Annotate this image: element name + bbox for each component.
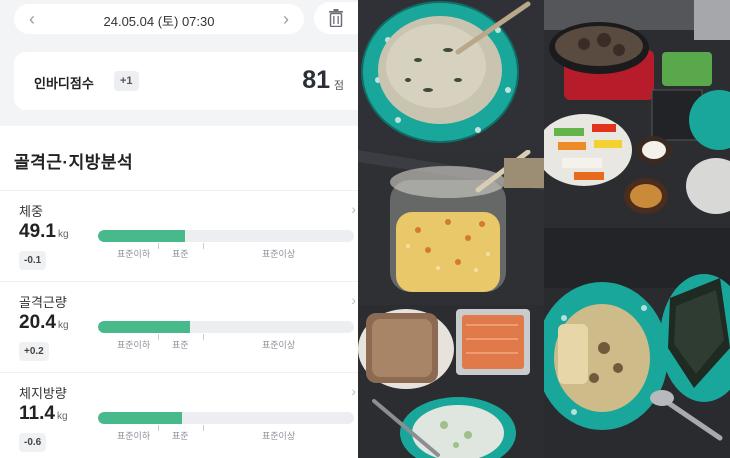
metric-unit: kg bbox=[57, 229, 69, 240]
metric-label: 골격근량 bbox=[19, 295, 67, 310]
record-date[interactable]: 24.05.04 (토) 07:30 bbox=[14, 11, 304, 30]
score-unit: 점 bbox=[333, 80, 344, 92]
level-bar bbox=[98, 412, 354, 424]
metric-skeletal-muscle[interactable]: 골격근량 › 20.4 kg +0.2 표준이하 표준 표준이상 bbox=[0, 281, 358, 372]
chevron-right-icon: › bbox=[351, 383, 356, 399]
scale-label-below: 표준이하 bbox=[117, 431, 151, 441]
scale-tick bbox=[158, 243, 159, 249]
scale-label-standard: 표준 bbox=[172, 249, 189, 259]
date-navigator: ‹ 24.05.04 (토) 07:30 › bbox=[14, 4, 304, 34]
metric-label: 체중 bbox=[19, 204, 43, 219]
scale-tick bbox=[158, 334, 159, 340]
score-delta-badge: +1 bbox=[114, 71, 139, 91]
photo-bread-salmon bbox=[358, 305, 544, 458]
inbody-app-panel: ‹ 24.05.04 (토) 07:30 › 인바디점수 +1 81 점 골격근… bbox=[0, 0, 358, 458]
scale-label-below: 표준이하 bbox=[117, 340, 151, 350]
inbody-score-card[interactable]: 인바디점수 +1 81 점 bbox=[14, 52, 358, 110]
metric-unit: kg bbox=[57, 320, 69, 331]
scale-label-standard: 표준 bbox=[172, 431, 189, 441]
photo-grill-table bbox=[544, 0, 730, 228]
photo-teal-bowls bbox=[544, 228, 730, 458]
metric-weight[interactable]: 체중 › 49.1 kg -0.1 표준이하 표준 표준이상 bbox=[0, 190, 358, 281]
level-bar bbox=[98, 230, 354, 242]
level-bar-fill bbox=[98, 412, 183, 424]
metric-delta-badge: -0.6 bbox=[19, 433, 47, 452]
scale-label-above: 표준이상 bbox=[262, 340, 296, 350]
metric-label: 체지방량 bbox=[19, 386, 67, 401]
chevron-right-icon[interactable]: › bbox=[276, 9, 296, 29]
metric-delta-badge: -0.1 bbox=[19, 251, 47, 270]
section-title: 골격근·지방분석 bbox=[14, 153, 134, 172]
delete-button[interactable] bbox=[314, 2, 358, 34]
level-bar-fill bbox=[98, 230, 186, 242]
scale-label-standard: 표준 bbox=[172, 340, 189, 350]
score-value: 81 bbox=[302, 66, 330, 94]
scale-tick bbox=[203, 243, 204, 249]
chevron-right-icon: › bbox=[351, 201, 356, 217]
scale-tick bbox=[158, 425, 159, 431]
photo-pasta-jar bbox=[358, 150, 544, 305]
metric-unit: kg bbox=[56, 411, 68, 422]
metric-value: 49.1 kg bbox=[19, 221, 69, 242]
metric-delta-badge: +0.2 bbox=[19, 342, 49, 361]
photo-porridge-bowl bbox=[358, 0, 544, 150]
metric-value: 11.4 kg bbox=[19, 403, 68, 424]
metric-value: 20.4 kg bbox=[19, 312, 69, 333]
scale-label-below: 표준이하 bbox=[117, 249, 151, 259]
score-label: 인바디점수 bbox=[34, 76, 94, 91]
muscle-fat-analysis: 골격근·지방분석 체중 › 49.1 kg -0.1 표준이하 표준 표준이상 골… bbox=[0, 126, 358, 458]
level-bar-fill bbox=[98, 321, 191, 333]
scale-tick bbox=[203, 334, 204, 340]
chevron-right-icon: › bbox=[351, 292, 356, 308]
scale-label-above: 표준이상 bbox=[262, 249, 296, 259]
metric-body-fat[interactable]: 체지방량 › 11.4 kg -0.6 표준이하 표준 표준이상 bbox=[0, 372, 358, 458]
level-bar bbox=[98, 321, 354, 333]
scale-tick bbox=[203, 425, 204, 431]
scale-label-above: 표준이상 bbox=[262, 431, 296, 441]
trash-icon bbox=[329, 9, 343, 27]
